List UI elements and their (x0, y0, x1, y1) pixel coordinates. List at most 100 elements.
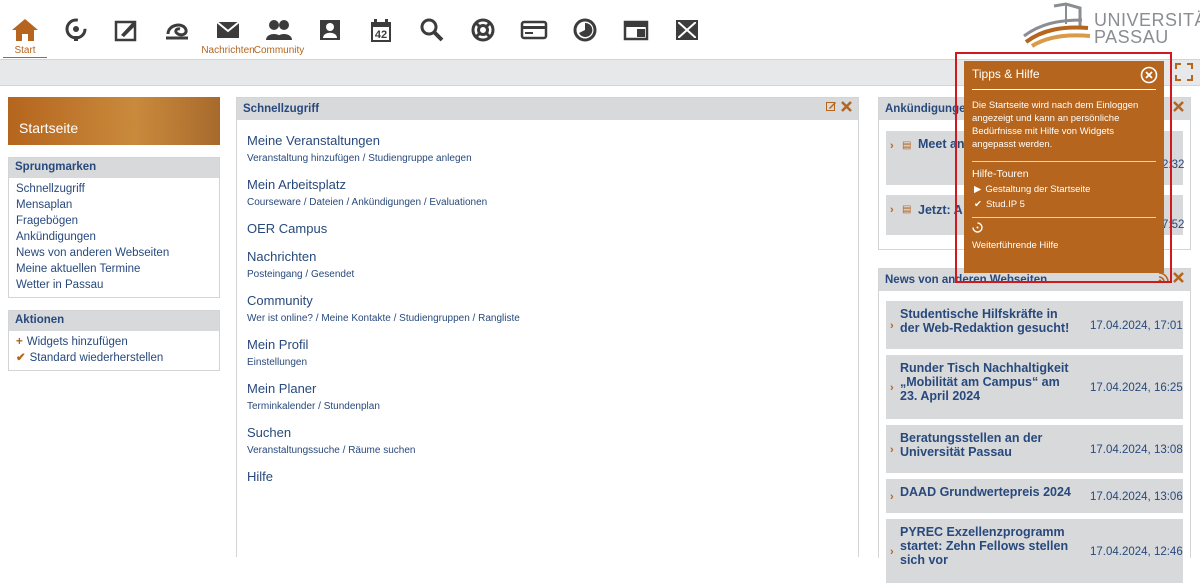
quick-link[interactable]: Wer ist online? (247, 313, 313, 324)
jump-item[interactable]: Schnellzugriff (16, 181, 212, 197)
quick-section-title[interactable]: Community (247, 293, 858, 308)
quick-link[interactable]: Studiengruppen (399, 313, 470, 324)
nav-card[interactable] (512, 0, 556, 58)
nav-planer[interactable]: 42 (359, 0, 403, 58)
nav-messages[interactable]: Nachrichten (201, 0, 255, 58)
quick-link[interactable]: Posteingang (247, 269, 303, 280)
nav-oer[interactable] (155, 0, 199, 58)
help-tour-item[interactable]: ✔ Stud.IP 5 (972, 199, 1156, 210)
home-icon (12, 19, 38, 41)
oer-icon (166, 23, 188, 40)
jump-item[interactable]: Meine aktuellen Termine (16, 261, 212, 277)
jump-item[interactable]: Fragebögen (16, 213, 212, 229)
mail-icon (216, 21, 240, 38)
nav-blubber[interactable] (665, 0, 709, 58)
jump-item[interactable]: Wetter in Passau (16, 277, 212, 293)
quick-link[interactable]: Stundenplan (324, 401, 380, 412)
quick-section-title[interactable]: Mein Profil (247, 337, 858, 352)
quick-section-links: Veranstaltungssuche / Räume suchen (247, 445, 858, 456)
close-icon[interactable] (1173, 272, 1184, 283)
nav-start[interactable]: Start (3, 0, 47, 58)
news-title: DAAD Grundwertepreis 2024 (900, 485, 1071, 499)
check-icon: ✔ (16, 352, 26, 364)
quick-section-title[interactable]: Suchen (247, 425, 858, 440)
help-tour-item[interactable]: ▶ Gestaltung der Startseite (972, 184, 1156, 195)
close-icon[interactable] (841, 101, 852, 112)
chevron-right-icon: › (890, 320, 894, 332)
university-logo: UNIVERSITÄT PASSAU (1022, 2, 1200, 48)
news-item[interactable]: › Beratungsstellen an der Universität Pas… (886, 425, 1183, 473)
link-separator: / (390, 313, 400, 324)
link-separator: / (300, 197, 310, 208)
quick-section-title[interactable]: OER Campus (247, 221, 858, 236)
nav-workplace[interactable] (104, 0, 148, 58)
nav-tools[interactable] (461, 0, 505, 58)
check-icon: ✔ (974, 199, 982, 210)
quick-access-widget: Schnellzugriff Meine Veranstaltungen Vera… (236, 97, 859, 557)
news-title: PYREC Exzellenzprogramm startet: Zehn Fe… (900, 525, 1069, 567)
jump-item[interactable]: News von anderen Webseiten (16, 245, 212, 261)
news-item[interactable]: › Studentische Hilfskräfte in der Web-Red… (886, 301, 1183, 349)
quick-link[interactable]: Dateien (309, 197, 343, 208)
quick-link[interactable]: Rangliste (478, 313, 520, 324)
quick-link[interactable]: Studiengruppe anlegen (368, 153, 471, 164)
link-separator: / (315, 401, 324, 412)
nav-community-label: Community (253, 45, 305, 56)
nav-admin[interactable] (614, 0, 658, 58)
jump-item[interactable]: Mensaplan (16, 197, 212, 213)
quick-link[interactable]: Veranstaltung hinzufügen (247, 153, 360, 164)
quick-section: Community Wer ist online? / Meine Kontakt… (237, 293, 858, 324)
quick-section-title[interactable]: Hilfe (247, 469, 858, 484)
quick-link[interactable]: Evaluationen (429, 197, 487, 208)
add-widget-action[interactable]: + Widgets hinzufügen (16, 334, 212, 350)
help-tours: Hilfe-Touren ▶ Gestaltung der Startseite … (972, 168, 1156, 218)
jump-item[interactable]: Ankündigungen (16, 229, 212, 245)
actions-title: Aktionen (9, 311, 219, 331)
nav-courses[interactable] (54, 0, 98, 58)
logo-mark-icon (1023, 2, 1091, 48)
nav-community[interactable]: Community (254, 0, 304, 58)
help-more-link[interactable]: Weiterführende Hilfe (972, 240, 1156, 251)
news-date: 17.04.2024, 17:01 (1090, 320, 1183, 332)
reset-default-action[interactable]: ✔ Standard wiederherstellen (16, 350, 212, 366)
nav-stats[interactable] (563, 0, 607, 58)
top-navigation: Start Nachrichten Community 42 UNIVERSIT… (0, 0, 1200, 58)
edit-icon[interactable] (826, 101, 837, 112)
jump-marks-title: Sprungmarken (9, 158, 219, 178)
quick-link[interactable]: Ankündigungen (352, 197, 422, 208)
chevron-right-icon: › (890, 140, 894, 152)
help-text: Die Startseite wird nach dem Einloggen a… (972, 99, 1156, 162)
quick-section: Mein Profil Einstellungen (237, 337, 858, 368)
news-item[interactable]: › DAAD Grundwertepreis 2024 17.04.2024, 13… (886, 479, 1183, 513)
help-tour-label: Gestaltung der Startseite (985, 184, 1091, 195)
quick-link[interactable]: Gesendet (311, 269, 354, 280)
quick-link[interactable]: Terminkalender (247, 401, 315, 412)
link-separator: / (359, 153, 369, 164)
quick-link[interactable]: Meine Kontakte (321, 313, 391, 324)
quick-section-title[interactable]: Mein Arbeitsplatz (247, 177, 858, 192)
quick-section-title[interactable]: Nachrichten (247, 249, 858, 264)
nav-messages-label: Nachrichten (201, 45, 255, 56)
fullscreen-icon[interactable] (1175, 63, 1193, 81)
quick-link[interactable]: Veranstaltungssuche (247, 445, 340, 456)
logo-line2: PASSAU (1094, 27, 1169, 47)
nav-profile[interactable] (308, 0, 352, 58)
lifebuoy-icon (471, 18, 495, 42)
quick-link[interactable]: Räume suchen (348, 445, 415, 456)
announcement-icon: ▤ (902, 140, 912, 151)
news-item[interactable]: › PYREC Exzellenzprogramm startet: Zehn F… (886, 519, 1183, 583)
help-tour-label: Stud.IP 5 (985, 199, 1025, 210)
quick-link[interactable]: Courseware (247, 197, 301, 208)
quick-link[interactable]: Einstellungen (247, 357, 307, 368)
news-item[interactable]: › Runder Tisch Nachhaltigkeit „Mobilität … (886, 355, 1183, 419)
quick-section-title[interactable]: Mein Planer (247, 381, 858, 396)
person-icon (320, 20, 340, 40)
close-help-icon[interactable] (1140, 66, 1158, 84)
actions-list: + Widgets hinzufügen ✔ Standard wiederhers… (9, 331, 219, 370)
link-separator: / (469, 313, 479, 324)
sidebar-start-title[interactable]: Startseite (8, 97, 220, 145)
nav-search[interactable] (410, 0, 454, 58)
quick-section-title[interactable]: Meine Veranstaltungen (247, 133, 858, 148)
link-separator: / (343, 197, 352, 208)
close-icon[interactable] (1173, 101, 1184, 112)
